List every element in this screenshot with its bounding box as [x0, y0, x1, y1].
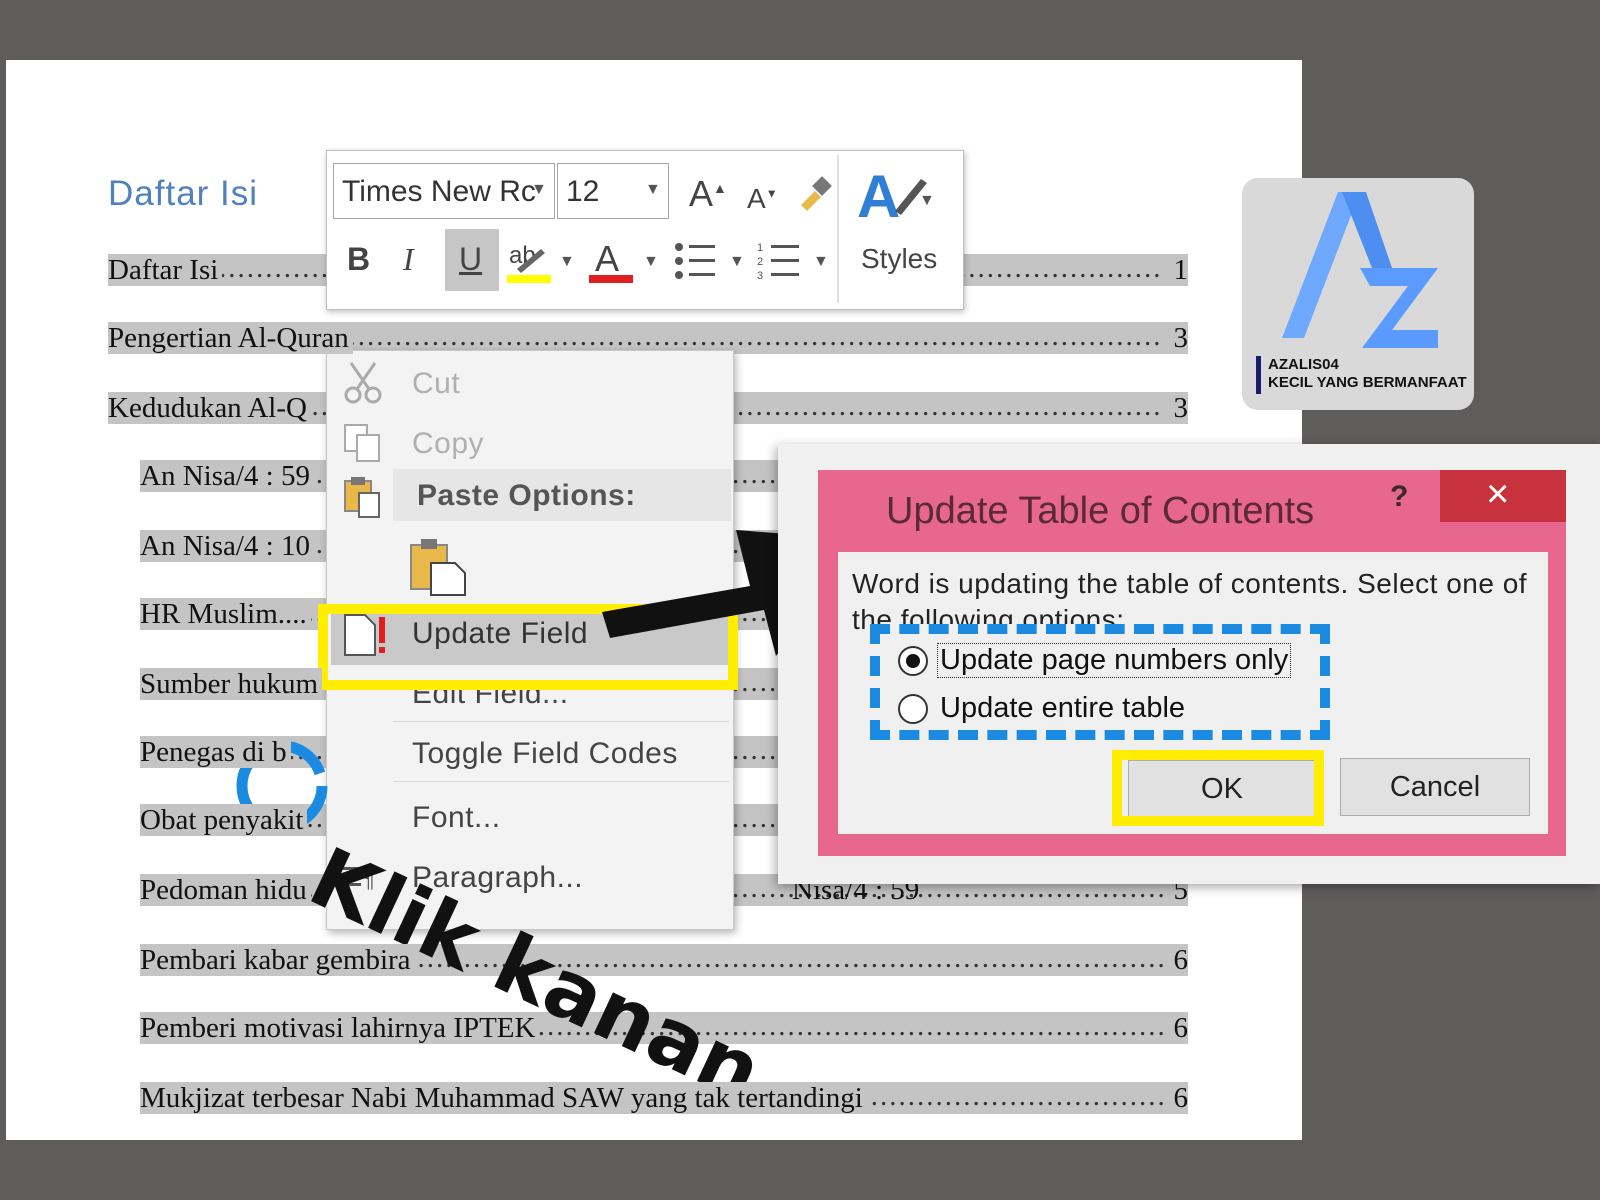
toc-entry-title: Sumber hukum	[140, 668, 323, 700]
svg-text:A: A	[857, 163, 900, 230]
highlight-icon[interactable]: ab	[507, 237, 551, 285]
font-name-box[interactable]: Times New Rc	[333, 163, 555, 219]
bold-button[interactable]: B	[347, 241, 370, 278]
logo-mark-icon	[1282, 192, 1438, 348]
help-button[interactable]: ?	[1390, 480, 1408, 514]
bullets-icon[interactable]	[673, 239, 717, 283]
menu-item-copy[interactable]: Copy	[412, 427, 484, 461]
styles-label[interactable]: Styles	[861, 243, 937, 275]
toc-entry-title: Pemberi motivasi lahirnya IPTEK	[140, 1012, 540, 1044]
toolbar-divider	[837, 155, 839, 303]
underline-button[interactable]: U	[445, 229, 499, 291]
toc-entry-page: 1	[1166, 254, 1188, 286]
logo: AZALIS04 KECIL YANG BERMANFAAT	[1242, 178, 1474, 410]
mini-toolbar: Times New Rc ▼ 12 ▼ A▲ A▼ A ▼ Styles B I …	[326, 150, 964, 310]
font-size-value: 12	[566, 175, 600, 208]
toc-entry-title: An Nisa/4 : 59	[140, 460, 314, 492]
scissors-icon	[343, 361, 383, 410]
toc-entry-title: Daftar Isi	[108, 254, 223, 286]
close-icon: ×	[1486, 472, 1510, 516]
toc-entry-title: Mukjizat terbesar Nabi Muhammad SAW yang…	[140, 1082, 867, 1114]
svg-text:A: A	[595, 238, 619, 279]
radio-entire-table[interactable]	[898, 694, 928, 724]
svg-text:2: 2	[757, 256, 763, 268]
toc-entry-page: 3	[1166, 322, 1188, 354]
toc-entry-title: Pembari kabar gembira	[140, 944, 415, 976]
toc-entry-page: 3	[1166, 392, 1188, 424]
logo-bar	[1256, 356, 1261, 394]
toc-entry-page: 6	[1166, 1012, 1188, 1044]
toc-entry-title: Kedudukan Al-Q	[108, 392, 311, 424]
svg-text:1: 1	[757, 242, 763, 254]
font-color-icon[interactable]: A	[589, 237, 633, 285]
toc-entry-title: HR Muslim....	[140, 598, 311, 630]
option-page-numbers-label[interactable]: Update page numbers only	[936, 643, 1292, 678]
chevron-down-icon[interactable]: ▼	[729, 253, 745, 271]
toc-entry-title: Penegas di b	[140, 736, 291, 768]
grow-font-icon[interactable]: A▲	[689, 173, 727, 215]
option-entire-table-label[interactable]: Update entire table	[940, 692, 1185, 725]
chevron-down-icon[interactable]: ▼	[643, 253, 659, 271]
underline-glyph: U	[459, 241, 483, 277]
ok-highlight	[1112, 750, 1324, 826]
svg-text:▼: ▼	[919, 192, 935, 209]
toc-entry[interactable]: ........................................…	[140, 944, 1188, 976]
toc-entry-title: Obat penyakit	[140, 804, 308, 836]
italic-button[interactable]: I	[403, 241, 414, 278]
menu-separator	[393, 721, 729, 722]
logo-tagline: KECIL YANG BERMANFAAT	[1268, 374, 1467, 391]
menu-item-toggle-field-codes[interactable]: Toggle Field Codes	[412, 737, 678, 771]
menu-item-cut[interactable]: Cut	[412, 367, 460, 401]
copy-icon	[343, 423, 383, 468]
toc-entry-page: 6	[1166, 944, 1188, 976]
chevron-down-icon[interactable]: ▼	[531, 181, 547, 199]
logo-brand: AZALIS04	[1268, 356, 1339, 373]
radio-page-numbers-only[interactable]	[898, 646, 928, 676]
toc-entry-title: Pedoman hidu	[140, 874, 311, 906]
paste-icon	[343, 475, 383, 524]
font-name-value: Times New Rc	[342, 175, 536, 208]
chevron-down-icon[interactable]: ▼	[813, 253, 829, 271]
menu-item-font[interactable]: Font...	[412, 801, 501, 835]
svg-text:3: 3	[757, 270, 763, 282]
paste-keep-formatting-icon[interactable]	[409, 537, 469, 602]
toc-entry-title: Pengertian Al-Quran	[108, 322, 353, 354]
toc-entry-page: 6	[1166, 1082, 1188, 1114]
chevron-down-icon[interactable]: ▼	[559, 253, 575, 271]
toc-entry-title: An Nisa/4 : 10	[140, 530, 314, 562]
format-painter-icon[interactable]	[797, 175, 837, 211]
close-button[interactable]: ×	[1440, 470, 1566, 522]
shrink-font-icon[interactable]: A▼	[747, 183, 778, 215]
styles-icon[interactable]: A ▼	[855, 161, 935, 231]
cancel-button[interactable]: Cancel	[1340, 758, 1530, 816]
toc-entry[interactable]: ........................................…	[140, 1082, 1188, 1114]
dialog-title: Update Table of Contents	[886, 490, 1315, 532]
numbering-icon[interactable]: 1 2 3	[757, 239, 801, 283]
menu-separator	[393, 781, 729, 782]
chevron-down-icon[interactable]: ▼	[645, 181, 661, 199]
toc-heading: Daftar Isi	[108, 174, 259, 213]
